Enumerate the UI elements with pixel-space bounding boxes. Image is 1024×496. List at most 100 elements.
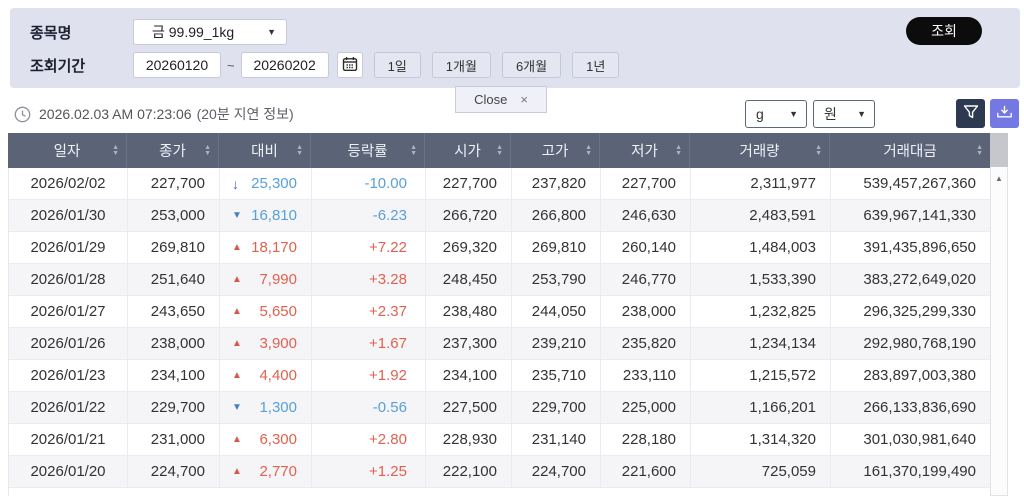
cell-date: 2026/02/02 <box>9 168 128 199</box>
cell-volume: 1,234,134 <box>691 328 831 359</box>
cell-value: 301,030,981,640 <box>831 424 991 455</box>
cell-volume: 1,166,201 <box>691 392 831 423</box>
sort-icon[interactable]: ▲ ▼ <box>585 144 592 156</box>
table-row: 2026/01/21 231,000 ▲ 6,300 +2.80 228,930 231,1… <box>9 424 991 456</box>
period-button-1day[interactable]: 1일 <box>373 52 421 78</box>
sort-icon[interactable]: ▲ ▼ <box>815 144 822 156</box>
cell-value: 539,457,267,360 <box>831 168 991 199</box>
cell-rate: +7.22 <box>312 232 426 263</box>
cell-date: 2026/01/20 <box>9 456 128 487</box>
cell-volume: 2,311,977 <box>691 168 831 199</box>
cell-high: 269,810 <box>512 232 601 263</box>
change-value: 16,810 <box>251 207 297 224</box>
cell-date: 2026/01/26 <box>9 328 128 359</box>
period-button-1year[interactable]: 1년 <box>572 52 620 78</box>
period-label: 조회기간 <box>30 57 86 75</box>
change-value: 6,300 <box>259 431 297 448</box>
cell-value: 161,370,199,490 <box>831 456 991 487</box>
sort-icon[interactable]: ▲ ▼ <box>112 144 119 156</box>
vertical-scrollbar[interactable]: ▲ <box>990 133 1008 496</box>
col-header-value[interactable]: 거래대금 ▲ ▼ <box>830 133 990 168</box>
change-direction-icon: ▲ <box>232 306 242 317</box>
period-button-6month[interactable]: 6개월 <box>501 52 562 78</box>
cell-rate: -10.00 <box>312 168 426 199</box>
cell-close: 234,100 <box>128 360 220 391</box>
cell-high: 229,700 <box>512 392 601 423</box>
table-row: 2026/01/28 251,640 ▲ 7,990 +3.28 248,450 253,7… <box>9 264 991 296</box>
filter-button[interactable] <box>956 99 985 128</box>
cell-open: 228,930 <box>426 424 512 455</box>
col-header-rate[interactable]: 등락률 ▲ ▼ <box>311 133 425 168</box>
cell-rate: +2.37 <box>312 296 426 327</box>
change-direction-icon: ▲ <box>232 274 242 285</box>
download-button[interactable] <box>990 99 1019 128</box>
cell-low: 225,000 <box>601 392 691 423</box>
sort-icon[interactable]: ▲ ▼ <box>204 144 211 156</box>
col-header-volume[interactable]: 거래량 ▲ ▼ <box>690 133 830 168</box>
col-header-open[interactable]: 시가 ▲ ▼ <box>425 133 511 168</box>
cell-close: 229,700 <box>128 392 220 423</box>
close-tab[interactable]: Close × <box>455 86 547 113</box>
change-value: 7,990 <box>259 271 297 288</box>
col-header-date[interactable]: 일자 ▲ ▼ <box>8 133 127 168</box>
close-tab-label: Close <box>474 92 508 107</box>
date-from-input[interactable] <box>133 52 221 78</box>
table-row: 2026/01/22 229,700 ▼ 1,300 -0.56 227,500 229,7… <box>9 392 991 424</box>
sort-icon[interactable]: ▲ ▼ <box>410 144 417 156</box>
cell-close: 243,650 <box>128 296 220 327</box>
date-to-input[interactable] <box>240 52 329 78</box>
cell-low: 227,700 <box>601 168 691 199</box>
cell-close: 253,000 <box>128 200 220 231</box>
cell-date: 2026/01/21 <box>9 424 128 455</box>
cell-low: 246,630 <box>601 200 691 231</box>
scroll-up-icon[interactable]: ▲ <box>991 167 1007 183</box>
cell-value: 391,435,896,650 <box>831 232 991 263</box>
change-direction-icon: ↓ <box>232 175 239 192</box>
cell-close: 251,640 <box>128 264 220 295</box>
cell-open: 227,500 <box>426 392 512 423</box>
change-direction-icon: ▲ <box>232 242 242 253</box>
change-direction-icon: ▲ <box>232 434 242 445</box>
info-bar: 2026.02.03 AM 07:23:06 (20분 지연 정보) <box>14 100 294 128</box>
table-row: 2026/01/29 269,810 ▲ 18,170 +7.22 269,320 269,… <box>9 232 991 264</box>
cell-low: 238,000 <box>601 296 691 327</box>
change-direction-icon: ▲ <box>232 466 242 477</box>
table-row: 2026/02/02 227,700 ↓ 25,300 -10.00 227,700 237… <box>9 168 991 200</box>
col-header-high[interactable]: 고가 ▲ ▼ <box>511 133 600 168</box>
close-icon[interactable]: × <box>520 92 528 107</box>
cell-open: 227,700 <box>426 168 512 199</box>
cell-date: 2026/01/27 <box>9 296 128 327</box>
item-select[interactable]: 금 99.99_1kg ▼ <box>133 19 287 45</box>
query-panel: 종목명 금 99.99_1kg ▼ 조회기간 ~ <box>10 8 1020 88</box>
weight-unit-select[interactable]: g ▼ <box>745 100 807 128</box>
search-button[interactable]: 조회 <box>906 17 982 45</box>
cell-volume: 1,484,003 <box>691 232 831 263</box>
cell-value: 296,325,299,330 <box>831 296 991 327</box>
cell-high: 266,800 <box>512 200 601 231</box>
cell-date: 2026/01/22 <box>9 392 128 423</box>
table-body: 2026/02/02 227,700 ↓ 25,300 -10.00 227,700 237… <box>8 168 991 496</box>
cell-rate: +1.67 <box>312 328 426 359</box>
col-header-change[interactable]: 대비 ▲ ▼ <box>219 133 311 168</box>
scrollbar-header-cap <box>990 133 1008 167</box>
cell-close: 238,000 <box>128 328 220 359</box>
calendar-button[interactable] <box>336 52 363 78</box>
sort-icon[interactable]: ▲ ▼ <box>296 144 303 156</box>
cell-volume: 1,533,390 <box>691 264 831 295</box>
sort-icon[interactable]: ▲ ▼ <box>675 144 682 156</box>
col-header-close[interactable]: 종가 ▲ ▼ <box>127 133 219 168</box>
sort-icon[interactable]: ▲ ▼ <box>976 144 983 156</box>
period-button-1month[interactable]: 1개월 <box>431 52 491 78</box>
cell-low: 228,180 <box>601 424 691 455</box>
col-header-low[interactable]: 저가 ▲ ▼ <box>600 133 690 168</box>
sort-icon[interactable]: ▲ ▼ <box>496 144 503 156</box>
cell-high: 239,210 <box>512 328 601 359</box>
cell-open: 234,100 <box>426 360 512 391</box>
change-direction-icon: ▲ <box>232 338 242 349</box>
table-header-row: 일자 ▲ ▼ 종가 ▲ ▼ 대비 ▲ ▼ 등락률 ▲ ▼ 시가 ▲ ▼ 고가 ▲ ▼ 저가 ▲ ▼ 거래량 ▲… <box>8 133 990 168</box>
item-name-label: 종목명 <box>30 24 72 42</box>
table-row: 2026/01/27 243,650 ▲ 5,650 +2.37 238,480 244,0… <box>9 296 991 328</box>
cell-close: 227,700 <box>128 168 220 199</box>
cell-rate: +3.28 <box>312 264 426 295</box>
currency-unit-select[interactable]: 원 ▼ <box>813 100 875 128</box>
